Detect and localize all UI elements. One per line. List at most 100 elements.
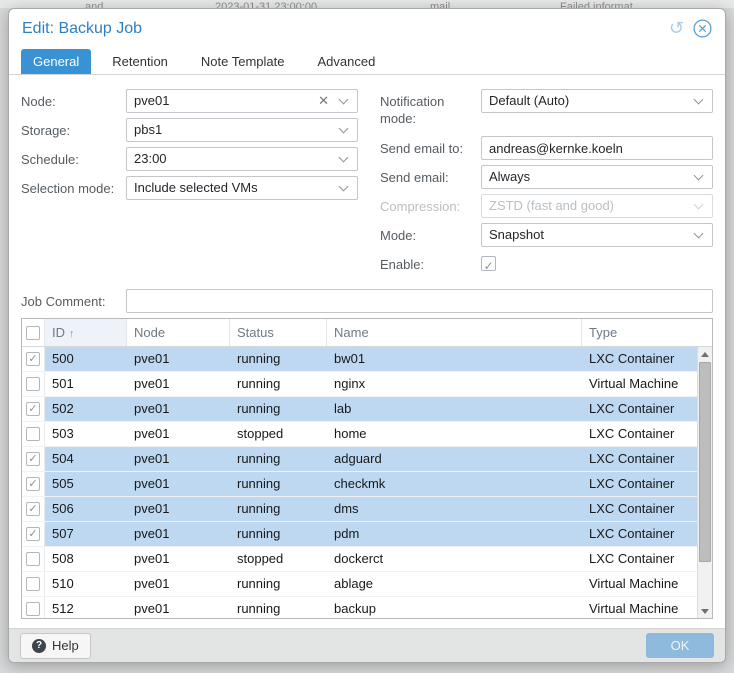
storage-combo[interactable]: pbs1 (126, 118, 358, 142)
row-checkbox[interactable] (26, 377, 40, 391)
table-header: ID ↑ Node Status Name Type (22, 319, 712, 347)
column-header-id[interactable]: ID ↑ (45, 319, 127, 346)
row-checkbox-cell (22, 497, 45, 521)
row-checkbox[interactable] (26, 502, 40, 516)
job-comment-input[interactable] (126, 289, 713, 313)
cell-id: 503 (52, 426, 74, 441)
enable-label: Enable: (380, 257, 425, 272)
cell-name: bw01 (334, 351, 366, 366)
scrollbar-down-button[interactable] (698, 604, 712, 618)
column-header-node[interactable]: Node (127, 319, 230, 346)
cell-type: LXC Container (589, 501, 675, 516)
row-checkbox[interactable] (26, 352, 40, 366)
row-checkbox[interactable] (26, 477, 40, 491)
help-button[interactable]: ? Help (20, 632, 91, 659)
node-combo[interactable]: pve01 ✕ (126, 89, 358, 113)
storage-label: Storage: (21, 123, 71, 138)
table-row[interactable]: 500 pve01 running bw01 LXC Container (22, 347, 712, 372)
close-icon[interactable] (693, 19, 712, 38)
column-header-type[interactable]: Type (582, 319, 712, 346)
send-email-label: Send email: (380, 170, 449, 185)
row-checkbox[interactable] (26, 602, 40, 616)
tab-label: Retention (112, 54, 168, 69)
table-row[interactable]: 501 pve01 running nginx Virtual Machine (22, 372, 712, 397)
cell-name: ablage (334, 576, 374, 591)
send-email-combo[interactable]: Always (481, 165, 713, 189)
row-checkbox-cell (22, 522, 45, 546)
cell-type: LXC Container (589, 526, 675, 541)
notification-mode-combo[interactable]: Default (Auto) (481, 89, 713, 113)
vertical-scrollbar[interactable] (697, 347, 712, 618)
ok-button[interactable]: OK (646, 633, 714, 658)
clear-icon[interactable]: ✕ (318, 93, 329, 109)
scrollbar-thumb[interactable] (699, 362, 711, 562)
background-text-fragment: Failed informat (560, 1, 633, 8)
form-area: Node: pve01 ✕ Storage: pbs1 Schedule: 23… (21, 89, 713, 276)
tab-note-template[interactable]: Note Template (189, 49, 297, 74)
job-comment-row: Job Comment: (21, 289, 713, 313)
scrollbar-up-button[interactable] (698, 347, 712, 361)
tab-label: General (33, 54, 80, 69)
send-email-to-input[interactable] (481, 136, 713, 160)
cell-name: nginx (334, 376, 366, 391)
schedule-field-row: Schedule: 23:00 (21, 147, 358, 171)
cell-name: adguard (334, 451, 382, 466)
row-checkbox[interactable] (26, 552, 40, 566)
row-checkbox[interactable] (26, 427, 40, 441)
table-row[interactable]: 510 pve01 running ablage Virtual Machine (22, 572, 712, 597)
tab-general[interactable]: General (21, 49, 92, 74)
cell-type: Virtual Machine (589, 576, 679, 591)
table-row[interactable]: 507 pve01 running pdm LXC Container (22, 522, 712, 547)
background-text-fragment: 2023-01-31 23:00:00 (215, 1, 318, 8)
row-checkbox[interactable] (26, 577, 40, 591)
row-checkbox-cell (22, 472, 45, 496)
selection-mode-combo-value: Include selected VMs (134, 180, 258, 195)
table-row[interactable]: 505 pve01 running checkmk LXC Container (22, 472, 712, 497)
schedule-combo[interactable]: 23:00 (126, 147, 358, 171)
dialog-footer: ? Help OK (9, 628, 725, 662)
cell-status: running (237, 576, 281, 591)
cell-id: 510 (52, 576, 74, 591)
column-header-status[interactable]: Status (230, 319, 327, 346)
selection-mode-field-row: Selection mode: Include selected VMs (21, 176, 358, 200)
mode-combo[interactable]: Snapshot (481, 223, 713, 247)
enable-checkbox[interactable] (481, 256, 496, 271)
select-all-checkbox[interactable] (26, 325, 40, 340)
cell-status: running (237, 501, 281, 516)
cell-status: stopped (237, 426, 284, 441)
reset-undo-icon[interactable]: ↺ (669, 19, 684, 38)
row-checkbox[interactable] (26, 402, 40, 416)
cell-name: checkmk (334, 476, 386, 491)
table-row[interactable]: 506 pve01 running dms LXC Container (22, 497, 712, 522)
row-checkbox[interactable] (26, 527, 40, 541)
cell-status: running (237, 601, 281, 616)
table-row[interactable]: 508 pve01 stopped dockerct LXC Container (22, 547, 712, 572)
scroll-up-icon (701, 351, 709, 357)
cell-id: 508 (52, 551, 74, 566)
background-text-fragment: mail (430, 1, 451, 8)
sort-asc-icon: ↑ (69, 328, 75, 340)
tab-advanced[interactable]: Advanced (306, 49, 388, 74)
tab-bar: General Retention Note Template Advanced (9, 49, 725, 75)
form-column-left: Node: pve01 ✕ Storage: pbs1 Schedule: 23… (21, 89, 358, 276)
row-checkbox-cell (22, 447, 45, 471)
notification-mode-field-row: Notification mode: Default (Auto) (380, 89, 713, 127)
row-checkbox[interactable] (26, 452, 40, 466)
cell-type: LXC Container (589, 476, 675, 491)
table-row[interactable]: 502 pve01 running lab LXC Container (22, 397, 712, 422)
tab-label: Advanced (317, 54, 376, 69)
cell-type: LXC Container (589, 451, 675, 466)
help-button-label: Help (52, 638, 79, 653)
send-email-field-row: Send email: Always (380, 165, 713, 189)
tab-retention[interactable]: Retention (100, 49, 180, 74)
table-row[interactable]: 503 pve01 stopped home LXC Container (22, 422, 712, 447)
column-header-name[interactable]: Name (327, 319, 582, 346)
table-row[interactable]: 504 pve01 running adguard LXC Container (22, 447, 712, 472)
cell-node: pve01 (134, 476, 170, 491)
cell-status: running (237, 401, 281, 416)
selection-mode-combo[interactable]: Include selected VMs (126, 176, 358, 200)
table-row[interactable]: 512 pve01 running backup Virtual Machine (22, 597, 712, 618)
compression-combo-value: ZSTD (fast and good) (489, 198, 614, 213)
cell-type: LXC Container (589, 401, 675, 416)
selection-mode-label: Selection mode: (21, 181, 115, 196)
